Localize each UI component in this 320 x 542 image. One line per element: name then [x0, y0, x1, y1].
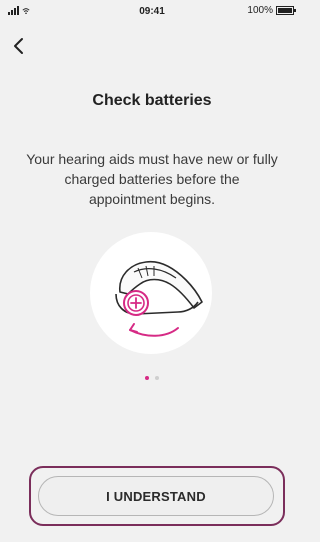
instruction-text: Your hearing aids must have new or fully…: [26, 151, 278, 207]
battery-fill: [278, 8, 292, 13]
hearing-aid-battery-illustration: [90, 232, 212, 354]
pager-dot: [155, 376, 159, 380]
battery-icon: [276, 6, 296, 15]
battery-status: 100%: [247, 5, 296, 16]
pager-dots: [0, 376, 304, 380]
pager-dot-active: [145, 376, 149, 380]
page-title: Check batteries: [92, 92, 212, 109]
battery-percent: 100%: [247, 5, 273, 16]
status-bar: 09:41 100%: [0, 0, 304, 22]
i-understand-button[interactable]: I UNDERSTAND: [38, 476, 274, 516]
chevron-left-icon[interactable]: [8, 34, 32, 58]
